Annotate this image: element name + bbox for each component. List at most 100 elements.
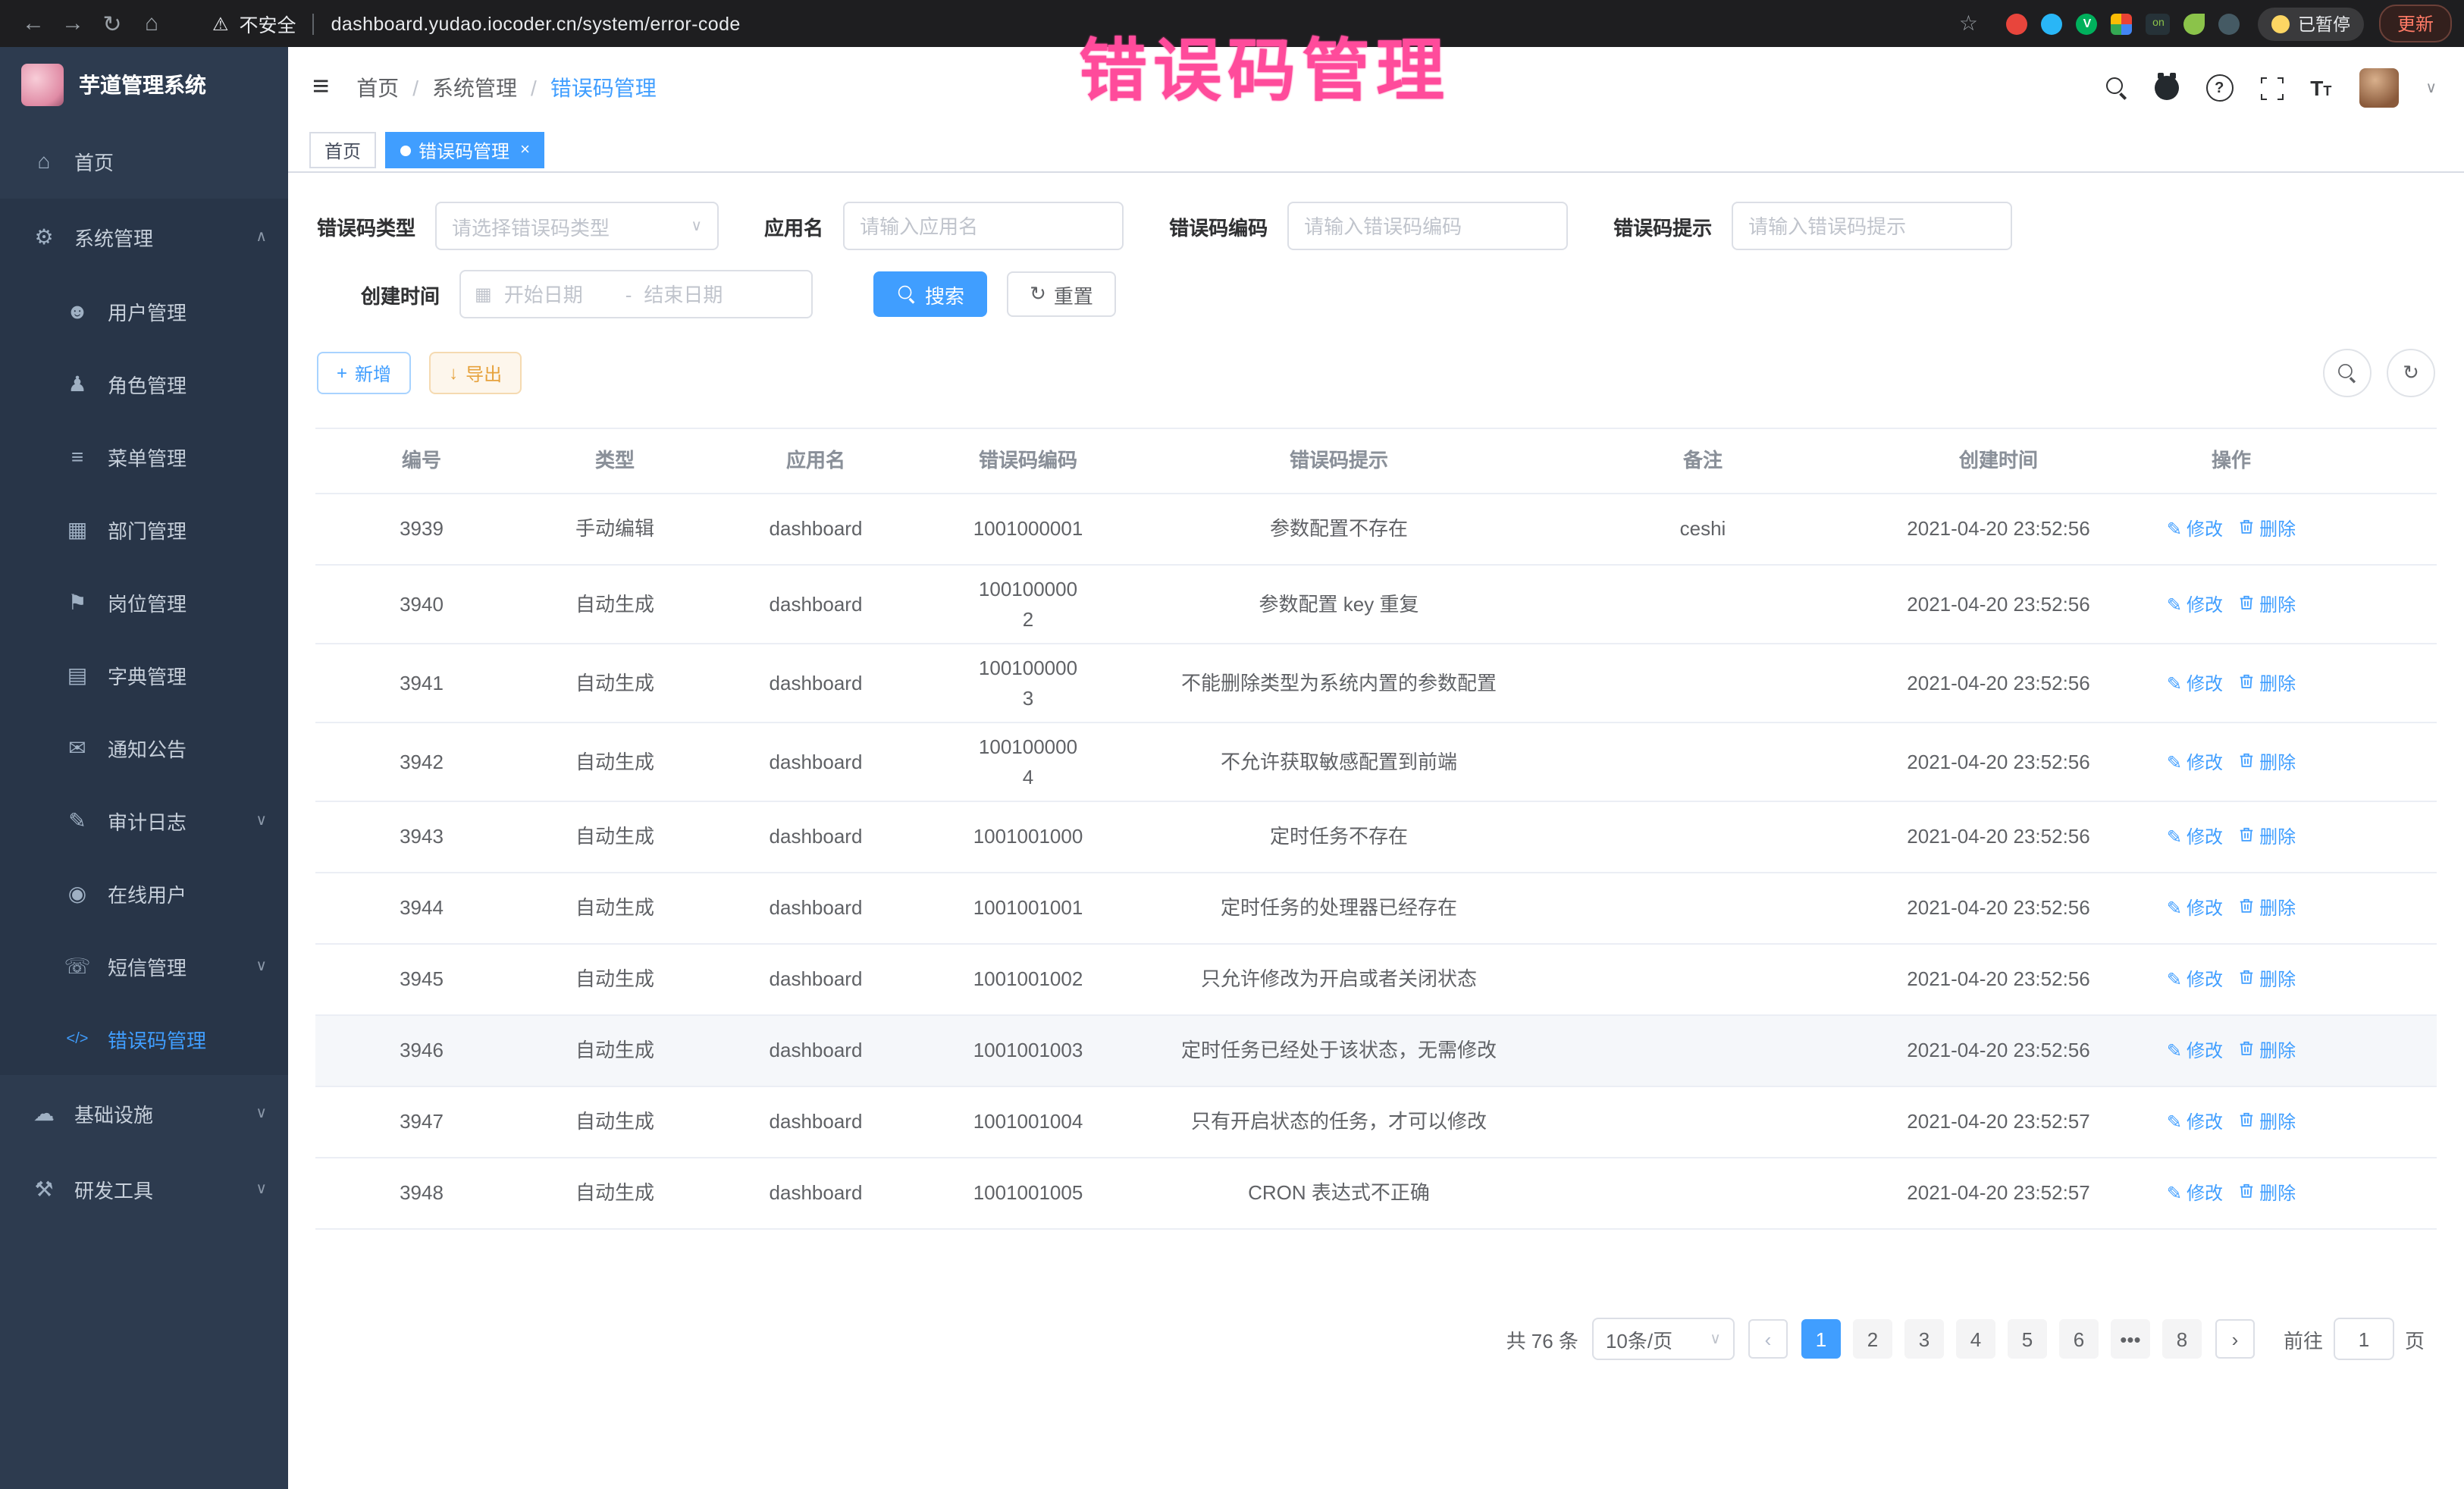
page-button-2[interactable]: 2	[1853, 1319, 1892, 1359]
edit-link[interactable]: ✎修改	[2167, 1037, 2223, 1064]
delete-link[interactable]: 删除	[2238, 895, 2296, 922]
extension-icon-5[interactable]: on	[2146, 13, 2171, 34]
edit-link[interactable]: ✎修改	[2167, 748, 2223, 776]
extension-icon-2[interactable]	[2042, 13, 2063, 34]
filter-app-name: 应用名	[764, 202, 1124, 250]
page-button-4[interactable]: 4	[1956, 1319, 1995, 1359]
cell-id: 3940	[315, 581, 528, 629]
prev-page-button[interactable]: ‹	[1748, 1319, 1788, 1359]
extension-icon-6[interactable]	[2184, 13, 2205, 34]
edit-link[interactable]: ✎修改	[2167, 966, 2223, 993]
edit-label: 修改	[2187, 895, 2223, 922]
hamburger-icon[interactable]: ≡	[312, 71, 329, 105]
edit-pencil-icon: ✎	[2167, 1037, 2182, 1064]
goto-page-input[interactable]	[2334, 1318, 2394, 1360]
start-date-input[interactable]	[501, 281, 616, 307]
security-chip[interactable]: ⚠ 不安全 dashboard.yudao.iocoder.cn/system/…	[212, 9, 741, 38]
sidebar-item-7[interactable]: ▤字典管理	[0, 638, 288, 711]
page-size-select[interactable]: 10条/页 ∨	[1592, 1318, 1735, 1360]
filter-error-type: 错误码类型 请选择错误码类型 ∨	[317, 202, 719, 250]
chevron-down-icon[interactable]: ∨	[2425, 80, 2437, 96]
sidebar-item-12[interactable]: </>错误码管理	[0, 1002, 288, 1075]
sidebar-item-10[interactable]: ◉在线用户	[0, 857, 288, 929]
export-button[interactable]: ↓ 导出	[429, 352, 522, 394]
app-logo[interactable]: 芋道管理系统	[0, 47, 288, 123]
update-button[interactable]: 更新	[2379, 5, 2452, 42]
delete-link[interactable]: 删除	[2238, 748, 2296, 776]
cell-app: dashboard	[702, 813, 929, 861]
edit-link[interactable]: ✎修改	[2167, 1180, 2223, 1207]
sidebar-item-9[interactable]: ✎审计日志∨	[0, 784, 288, 857]
search-icon[interactable]	[2105, 77, 2127, 99]
breadcrumb-home[interactable]: 首页	[356, 73, 399, 103]
delete-link[interactable]: 删除	[2238, 669, 2296, 697]
error-hint-input[interactable]	[1732, 202, 2012, 250]
extension-icon-4[interactable]	[2111, 13, 2133, 34]
reload-icon[interactable]: ↻	[94, 5, 130, 42]
extension-puzzle-icon[interactable]	[2219, 13, 2240, 34]
edit-label: 修改	[2187, 823, 2223, 851]
edit-link[interactable]: ✎修改	[2167, 591, 2223, 618]
sidebar-item-2[interactable]: ☻用户管理	[0, 274, 288, 347]
app-name-input[interactable]	[843, 202, 1124, 250]
edit-link[interactable]: ✎修改	[2167, 823, 2223, 851]
table-row: 3940自动生成dashboard1001000002参数配置 key 重复20…	[315, 566, 2437, 644]
error-type-select[interactable]: 请选择错误码类型 ∨	[435, 202, 719, 250]
date-range-picker[interactable]: ▦ -	[459, 270, 813, 318]
fullscreen-icon[interactable]	[2260, 77, 2283, 99]
edit-link[interactable]: ✎修改	[2167, 516, 2223, 543]
forward-icon[interactable]: →	[55, 5, 91, 42]
page-button-8[interactable]: 8	[2162, 1319, 2202, 1359]
end-date-input[interactable]	[641, 281, 756, 307]
sidebar-item-1[interactable]: ⚙系统管理∧	[0, 199, 288, 274]
page-button-5[interactable]: 5	[2008, 1319, 2047, 1359]
refresh-table-button[interactable]: ↻	[2387, 349, 2435, 397]
page-button-6[interactable]: 6	[2059, 1319, 2099, 1359]
github-icon[interactable]	[2154, 76, 2178, 100]
extension-icon-1[interactable]	[2007, 13, 2028, 34]
paused-badge[interactable]: 已暂停	[2259, 7, 2364, 40]
url-bar[interactable]: dashboard.yudao.iocoder.cn/system/error-…	[331, 13, 741, 34]
browser-home-icon[interactable]: ⌂	[133, 5, 170, 42]
back-icon[interactable]: ←	[15, 5, 52, 42]
edit-link[interactable]: ✎修改	[2167, 895, 2223, 922]
sidebar-item-14[interactable]: ⚒研发工具∨	[0, 1151, 288, 1227]
show-search-button[interactable]	[2323, 349, 2372, 397]
user-avatar[interactable]	[2359, 68, 2398, 108]
bookmark-star-icon[interactable]: ☆	[1959, 11, 1978, 36]
reset-button-label: 重置	[1054, 280, 1093, 309]
delete-link[interactable]: 删除	[2238, 1108, 2296, 1136]
breadcrumb-system[interactable]: 系统管理	[432, 73, 517, 103]
delete-link[interactable]: 删除	[2238, 1180, 2296, 1207]
sidebar-item-8[interactable]: ✉通知公告	[0, 711, 288, 784]
sidebar-item-0[interactable]: ⌂首页	[0, 123, 288, 199]
sidebar-item-11[interactable]: ☏短信管理∨	[0, 929, 288, 1002]
font-size-icon[interactable]: TT	[2310, 76, 2331, 100]
add-button[interactable]: + 新增	[317, 352, 411, 394]
tab-error-code[interactable]: 错误码管理 ×	[385, 132, 545, 168]
edit-link[interactable]: ✎修改	[2167, 669, 2223, 697]
delete-link[interactable]: 删除	[2238, 823, 2296, 851]
next-page-button[interactable]: ›	[2215, 1319, 2255, 1359]
tab-home[interactable]: 首页	[309, 132, 376, 168]
search-button[interactable]: 搜索	[873, 271, 987, 317]
reset-button[interactable]: ↻ 重置	[1007, 271, 1116, 317]
sidebar-item-3[interactable]: ♟角色管理	[0, 347, 288, 420]
delete-link[interactable]: 删除	[2238, 591, 2296, 618]
page-button-1[interactable]: 1	[1801, 1319, 1841, 1359]
edit-link[interactable]: ✎修改	[2167, 1108, 2223, 1136]
delete-link[interactable]: 删除	[2238, 966, 2296, 993]
close-icon[interactable]: ×	[520, 141, 530, 159]
sidebar-item-6[interactable]: ⚑岗位管理	[0, 566, 288, 638]
page-button-3[interactable]: 3	[1904, 1319, 1944, 1359]
sidebar-item-13[interactable]: ☁基础设施∨	[0, 1075, 288, 1151]
delete-link[interactable]: 删除	[2238, 516, 2296, 543]
sidebar-item-4[interactable]: ≡菜单管理	[0, 420, 288, 493]
help-icon[interactable]: ?	[2205, 74, 2233, 102]
extension-icon-3[interactable]: V	[2077, 13, 2098, 34]
pagination-more-button[interactable]: •••	[2111, 1319, 2150, 1359]
error-type-label: 错误码类型	[317, 212, 415, 240]
error-code-input[interactable]	[1287, 202, 1568, 250]
delete-link[interactable]: 删除	[2238, 1037, 2296, 1064]
sidebar-item-5[interactable]: ▦部门管理	[0, 493, 288, 566]
